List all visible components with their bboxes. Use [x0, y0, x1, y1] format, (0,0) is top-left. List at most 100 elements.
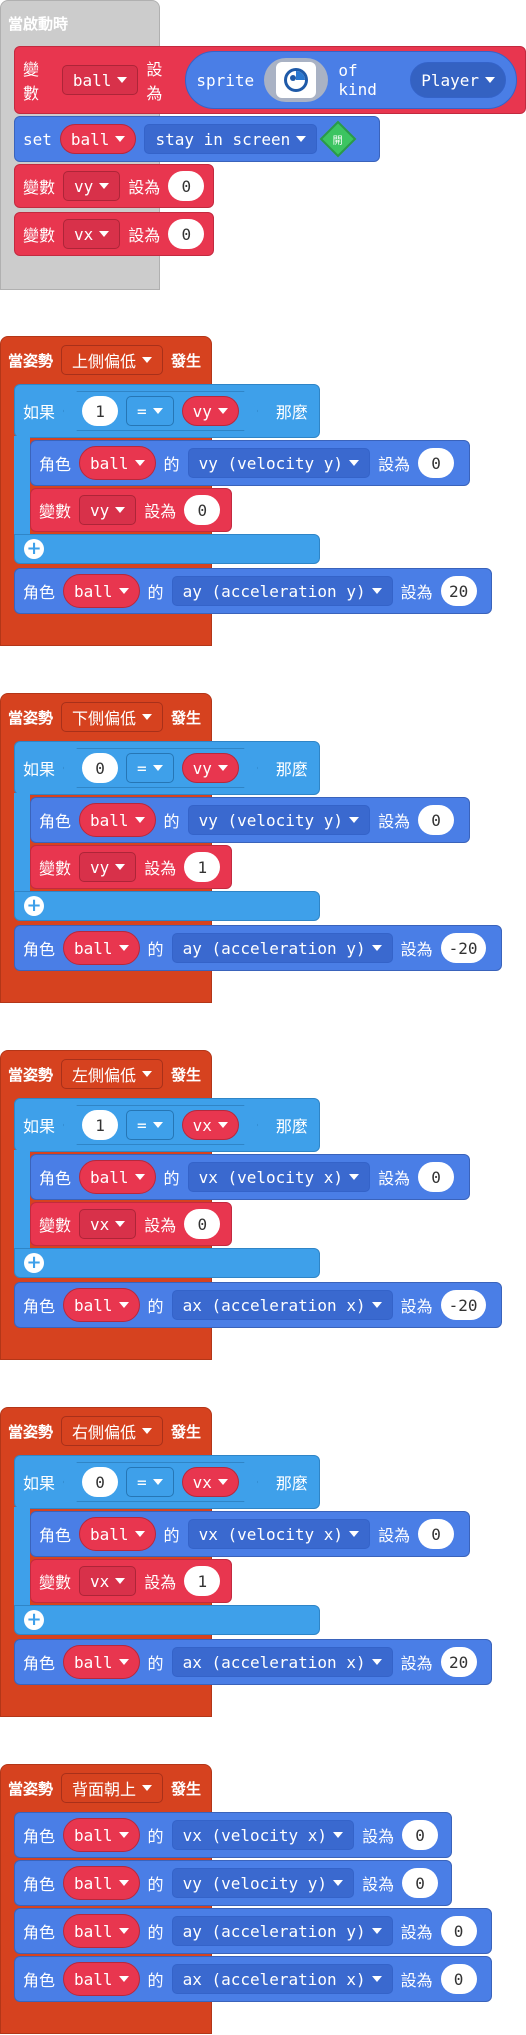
value-input[interactable]: 0: [402, 1820, 439, 1850]
ball-dropdown[interactable]: ball: [79, 803, 156, 837]
value-input[interactable]: 1: [184, 852, 221, 882]
if-block[interactable]: 如果 0 = vy 那麼: [14, 741, 320, 795]
set-variable-block[interactable]: 變數 vy 設為 1: [30, 845, 232, 889]
value-input[interactable]: 0: [440, 1916, 477, 1946]
value-input[interactable]: 0: [168, 171, 205, 201]
set-sprite-acceleration-block[interactable]: 角色 ball 的 ay (acceleration y) 設為 -20: [14, 925, 502, 971]
property-dropdown[interactable]: ax (acceleration x): [171, 1290, 393, 1320]
operator-dropdown[interactable]: =: [126, 1110, 174, 1140]
set-variable-block[interactable]: 變數 vy 設為 0: [30, 488, 232, 532]
vy-variable-dropdown[interactable]: vy: [63, 171, 121, 201]
ball-dropdown[interactable]: ball: [63, 1866, 140, 1900]
gesture-dropdown[interactable]: 右側偏低: [61, 1416, 164, 1446]
value-input[interactable]: 0: [184, 495, 221, 525]
property-dropdown[interactable]: ax (acceleration x): [171, 1647, 393, 1677]
if-block-foot[interactable]: +: [14, 891, 320, 921]
value-input[interactable]: 0: [418, 448, 455, 478]
ball-dropdown[interactable]: ball: [63, 1288, 140, 1322]
compare-block[interactable]: 0 = vx: [63, 1462, 258, 1502]
if-block[interactable]: 如果 1 = vx 那麼: [14, 1098, 320, 1152]
property-dropdown[interactable]: ay (acceleration y): [171, 933, 393, 963]
property-dropdown[interactable]: ay (acceleration y): [171, 1916, 393, 1946]
value-input[interactable]: 0: [418, 805, 455, 835]
set-sprite-property-block[interactable]: 角色 ball 的 vy (velocity y) 設為 0: [14, 1860, 452, 1906]
set-variable-block[interactable]: 變數 vx 設為 0: [30, 1202, 232, 1246]
compare-block[interactable]: 1 = vx: [63, 1105, 258, 1145]
property-dropdown[interactable]: vx (velocity x): [187, 1519, 371, 1549]
value-input[interactable]: 0: [418, 1162, 455, 1192]
add-else-icon[interactable]: +: [24, 896, 44, 916]
set-sprite-property-block[interactable]: 角色 ball 的 vx (velocity x) 設為 0: [30, 1511, 470, 1557]
set-ball-sprite-block[interactable]: 變數 ball 設為 sprite of kind Player: [14, 46, 526, 114]
set-sprite-acceleration-block[interactable]: 角色 ball 的 ax (acceleration x) 設為 20: [14, 1639, 492, 1685]
toggle-on[interactable]: 開: [319, 120, 357, 158]
set-sprite-acceleration-block[interactable]: 角色 ball 的 ax (acceleration x) 設為 -20: [14, 1282, 502, 1328]
ball-dropdown[interactable]: ball: [79, 446, 156, 480]
value-input[interactable]: 20: [440, 1647, 477, 1677]
if-block[interactable]: 如果 1 = vy 那麼: [14, 384, 320, 438]
vx-variable-dropdown[interactable]: vx: [63, 219, 121, 249]
value-input[interactable]: 1: [184, 1566, 221, 1596]
value-input[interactable]: -20: [440, 933, 486, 963]
property-dropdown[interactable]: ay (acceleration y): [171, 576, 393, 606]
set-sprite-property-block[interactable]: 角色 ball 的 vx (velocity x) 設為 0: [30, 1154, 470, 1200]
ball-dropdown[interactable]: ball: [63, 931, 140, 965]
ball-dropdown[interactable]: ball: [79, 1517, 156, 1551]
property-dropdown[interactable]: vy (velocity y): [187, 448, 371, 478]
compare-block[interactable]: 1 = vy: [63, 391, 258, 431]
value-input[interactable]: 0: [402, 1868, 439, 1898]
variable-reporter[interactable]: vy: [182, 396, 239, 426]
value-input[interactable]: 0: [184, 1209, 221, 1239]
operator-dropdown[interactable]: =: [126, 753, 174, 783]
ball-dropdown[interactable]: ball: [63, 1818, 140, 1852]
if-block-foot[interactable]: +: [14, 534, 320, 564]
set-sprite-acceleration-block[interactable]: 角色 ball 的 ay (acceleration y) 設為 20: [14, 568, 492, 614]
value-input[interactable]: -20: [440, 1290, 486, 1320]
set-sprite-property-block[interactable]: 角色 ball 的 ay (acceleration y) 設為 0: [14, 1908, 492, 1954]
variable-dropdown[interactable]: vy: [79, 495, 137, 525]
property-dropdown[interactable]: vy (velocity y): [187, 805, 371, 835]
operator-dropdown[interactable]: =: [126, 1467, 174, 1497]
variable-reporter[interactable]: vx: [182, 1110, 239, 1140]
compare-left-input[interactable]: 0: [82, 753, 118, 783]
property-dropdown[interactable]: vx (velocity x): [187, 1162, 371, 1192]
add-else-icon[interactable]: +: [24, 539, 44, 559]
property-dropdown[interactable]: vy (velocity y): [171, 1868, 355, 1898]
ball-dropdown[interactable]: ball: [63, 1962, 140, 1996]
ball-dropdown[interactable]: ball: [79, 1160, 156, 1194]
if-block-foot[interactable]: +: [14, 1605, 320, 1635]
set-vy-block[interactable]: 變數 vy 設為 0: [14, 164, 214, 208]
variable-dropdown[interactable]: vx: [79, 1566, 137, 1596]
ball-dropdown[interactable]: ball: [63, 574, 140, 608]
if-block[interactable]: 如果 0 = vx 那麼: [14, 1455, 320, 1509]
set-variable-block[interactable]: 變數 vx 設為 1: [30, 1559, 232, 1603]
ball-dropdown[interactable]: ball: [59, 124, 137, 154]
gesture-dropdown[interactable]: 下側偏低: [61, 702, 164, 732]
sprite-of-kind-block[interactable]: sprite of kind Player: [185, 51, 518, 109]
ball-dropdown[interactable]: ball: [63, 1914, 140, 1948]
compare-left-input[interactable]: 0: [82, 1467, 118, 1497]
property-dropdown[interactable]: vx (velocity x): [171, 1820, 355, 1850]
set-sprite-property-block[interactable]: 角色 ball 的 vx (velocity x) 設為 0: [14, 1812, 452, 1858]
variable-dropdown[interactable]: vx: [79, 1209, 137, 1239]
compare-left-input[interactable]: 1: [82, 1110, 118, 1140]
stay-in-screen-dropdown[interactable]: stay in screen: [144, 124, 318, 154]
value-input[interactable]: 0: [440, 1964, 477, 1994]
stay-in-screen-block[interactable]: set ball stay in screen 開: [14, 116, 380, 162]
value-input[interactable]: 0: [418, 1519, 455, 1549]
variable-reporter[interactable]: vx: [182, 1467, 239, 1497]
property-dropdown[interactable]: ax (acceleration x): [171, 1964, 393, 1994]
variable-dropdown[interactable]: vy: [79, 852, 137, 882]
add-else-icon[interactable]: +: [24, 1610, 44, 1630]
gesture-dropdown[interactable]: 左側偏低: [61, 1059, 164, 1089]
gesture-dropdown[interactable]: 背面朝上: [61, 1773, 164, 1803]
set-vx-block[interactable]: 變數 vx 設為 0: [14, 212, 214, 256]
sprite-image-slot[interactable]: [264, 58, 329, 102]
set-sprite-property-block[interactable]: 角色 ball 的 vy (velocity y) 設為 0: [30, 440, 470, 486]
ball-dropdown[interactable]: ball: [63, 1645, 140, 1679]
set-sprite-property-block[interactable]: 角色 ball 的 ax (acceleration x) 設為 0: [14, 1956, 492, 2002]
value-input[interactable]: 20: [440, 576, 477, 606]
value-input[interactable]: 0: [168, 219, 205, 249]
operator-dropdown[interactable]: =: [126, 396, 174, 426]
variable-reporter[interactable]: vy: [182, 753, 239, 783]
